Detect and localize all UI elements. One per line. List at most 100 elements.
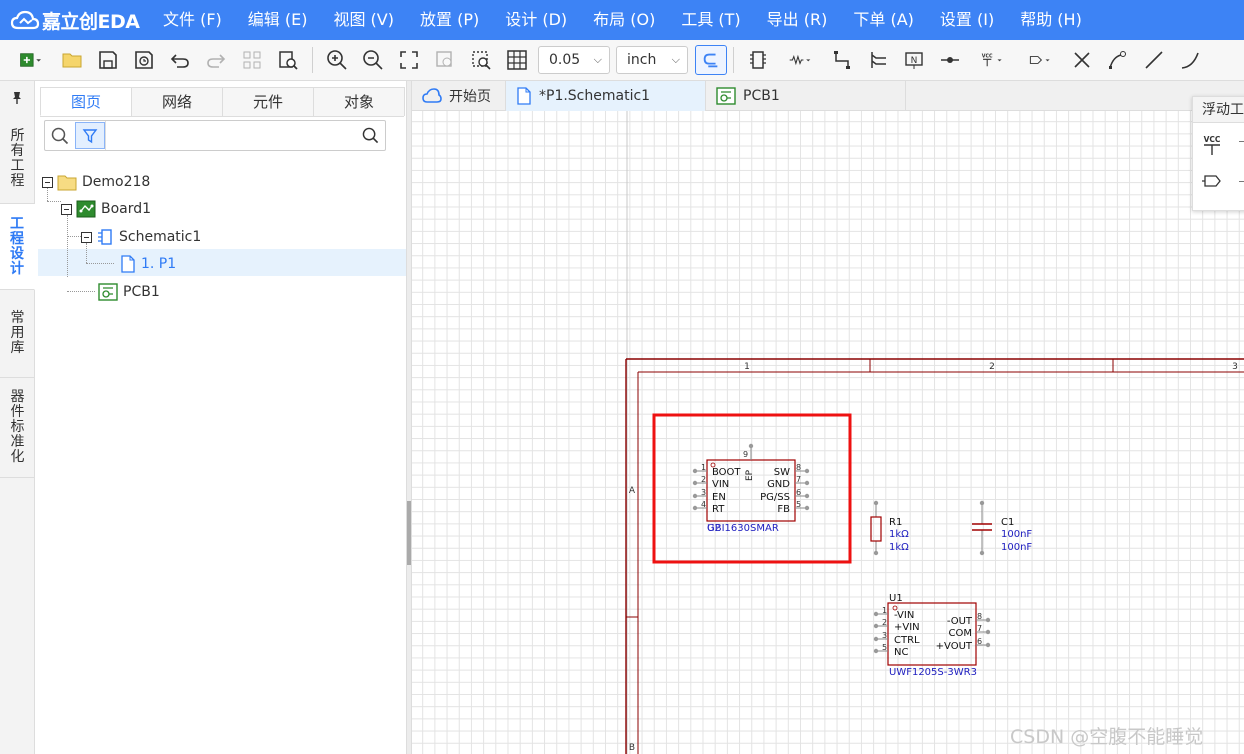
tab-pcb[interactable]: PCB1 bbox=[706, 81, 906, 111]
grid-icon bbox=[507, 50, 527, 70]
save-button[interactable] bbox=[90, 44, 126, 76]
tab-start-page[interactable]: 开始页 bbox=[412, 81, 506, 111]
pin-name: EN bbox=[712, 492, 726, 503]
component-c1[interactable]: C1 100nF 100nF bbox=[972, 500, 1032, 556]
place-junction-button[interactable] bbox=[932, 44, 968, 76]
collapse-toggle-icon[interactable] bbox=[81, 231, 92, 243]
zoom-area-button[interactable] bbox=[463, 44, 499, 76]
collapse-toggle-icon[interactable] bbox=[42, 176, 53, 188]
save-history-button[interactable] bbox=[126, 44, 162, 76]
tab-nets[interactable]: 网络 bbox=[131, 87, 223, 116]
menu-item[interactable]: 设计 (D) bbox=[492, 0, 580, 40]
side-tab-device-standardization[interactable]: 器件标准化 bbox=[0, 378, 35, 478]
undo-button[interactable] bbox=[162, 44, 198, 76]
save-icon bbox=[99, 51, 117, 69]
pin-name: PG/SS bbox=[760, 492, 790, 503]
redo-button[interactable] bbox=[198, 44, 234, 76]
side-tab-common-library[interactable]: 常用库 bbox=[0, 290, 35, 378]
schematic-canvas[interactable]: 1 2 3 A B 9 EP 1 2 3 4 8 7 6 5 BOOT VIN … bbox=[412, 111, 1244, 754]
unit-value: inch bbox=[627, 52, 657, 68]
tree-node-page[interactable]: 1. P1 bbox=[120, 250, 176, 278]
panel-search-input[interactable] bbox=[105, 121, 355, 150]
new-project-button[interactable] bbox=[6, 44, 54, 76]
toolbar-separator bbox=[733, 47, 734, 73]
search-submit-button[interactable] bbox=[355, 121, 385, 150]
search-mode-button[interactable] bbox=[45, 121, 75, 150]
zoom-out-button[interactable] bbox=[355, 44, 391, 76]
float-tool-fragment bbox=[1239, 181, 1244, 182]
side-tab-label: 常用库 bbox=[10, 310, 25, 356]
side-tab-label: 工程设计 bbox=[10, 215, 24, 277]
menu-item[interactable]: 布局 (O) bbox=[580, 0, 668, 40]
place-netlabel-button[interactable]: N bbox=[896, 44, 932, 76]
find-document-icon bbox=[279, 51, 298, 70]
page-document-icon bbox=[517, 87, 531, 105]
no-connect-button[interactable] bbox=[1064, 44, 1100, 76]
menu-item[interactable]: 视图 (V) bbox=[320, 0, 407, 40]
pin-number: 6 bbox=[977, 637, 982, 646]
menu-item[interactable]: 导出 (R) bbox=[754, 0, 841, 40]
watermark: CSDN @空腹不能睡觉 bbox=[1010, 726, 1204, 748]
tree-label-schematic: Schematic1 bbox=[119, 229, 202, 245]
tab-label: 开始页 bbox=[449, 89, 491, 105]
float-power-button[interactable]: VCC bbox=[1201, 135, 1223, 161]
fit-all-button[interactable] bbox=[391, 44, 427, 76]
u2-designator: U2 bbox=[707, 523, 721, 534]
filter-button[interactable] bbox=[75, 122, 105, 149]
draw-bezier-button[interactable] bbox=[1100, 44, 1136, 76]
zoom-selection-button[interactable] bbox=[427, 44, 463, 76]
grid-toggle-button[interactable] bbox=[499, 44, 535, 76]
tab-pages[interactable]: 图页 bbox=[40, 87, 132, 116]
side-tab-all-projects[interactable]: 所有工程 bbox=[0, 114, 35, 204]
floating-toolbar-title[interactable]: 浮动工具 bbox=[1193, 97, 1244, 123]
menu-item[interactable]: 工具 (T) bbox=[668, 0, 753, 40]
pin-name: COM bbox=[949, 628, 972, 639]
draw-line-button[interactable] bbox=[1136, 44, 1172, 76]
align-grid-button[interactable] bbox=[234, 44, 270, 76]
component-u1[interactable]: U1 1 2 3 5 8 7 6 -VIN +VIN CTRL NC -OUT … bbox=[873, 593, 991, 678]
tree-label-project: Demo218 bbox=[82, 174, 151, 190]
menu-item[interactable]: 编辑 (E) bbox=[235, 0, 321, 40]
float-port-button[interactable] bbox=[1201, 173, 1225, 193]
place-resistor-button[interactable] bbox=[776, 44, 824, 76]
menu-item[interactable]: 设置 (I) bbox=[927, 0, 1007, 40]
tree-node-board[interactable]: Board1 bbox=[61, 195, 151, 223]
menu-item[interactable]: 帮助 (H) bbox=[1007, 0, 1095, 40]
svg-text:VCC: VCC bbox=[1204, 135, 1221, 144]
tree-node-schematic[interactable]: Schematic1 bbox=[81, 223, 201, 251]
menu-item[interactable]: 下单 (A) bbox=[840, 0, 927, 40]
place-component-button[interactable] bbox=[740, 44, 776, 76]
tree-node-project[interactable]: Demo218 bbox=[42, 168, 150, 196]
tab-objects[interactable]: 对象 bbox=[313, 87, 405, 116]
pin-name: FB bbox=[777, 504, 790, 515]
splitter-handle[interactable] bbox=[407, 501, 411, 565]
open-button[interactable] bbox=[54, 44, 90, 76]
draw-arc-button[interactable] bbox=[1172, 44, 1208, 76]
folder-icon bbox=[62, 53, 82, 68]
tree-line bbox=[67, 236, 81, 237]
place-port-button[interactable] bbox=[1016, 44, 1064, 76]
menu-item[interactable]: 放置 (P) bbox=[407, 0, 492, 40]
collapse-toggle-icon[interactable] bbox=[61, 203, 72, 215]
vcc-power-icon: VCC bbox=[1204, 135, 1221, 155]
menu-item[interactable]: 文件 (F) bbox=[150, 0, 235, 40]
snap-toggle-button[interactable] bbox=[695, 45, 727, 75]
tree-node-pcb[interactable]: PCB1 bbox=[98, 278, 160, 306]
zoom-area-icon bbox=[472, 51, 491, 70]
place-power-button[interactable]: VCC bbox=[968, 44, 1016, 76]
find-button[interactable] bbox=[270, 44, 306, 76]
grid-squares-icon bbox=[243, 51, 261, 69]
grid-size-select[interactable]: 0.05 ⌵ bbox=[538, 46, 610, 74]
tab-components[interactable]: 元件 bbox=[222, 87, 314, 116]
place-bus-button[interactable] bbox=[860, 44, 896, 76]
pin-name: BOOT bbox=[712, 467, 741, 478]
component-u2[interactable]: 9 EP 1 2 3 4 8 7 6 5 BOOT VIN EN RT SW G… bbox=[692, 443, 810, 534]
tab-schematic-page[interactable]: *P1.Schematic1 bbox=[506, 81, 706, 111]
unit-select[interactable]: inch ⌵ bbox=[616, 46, 688, 74]
component-r1[interactable]: R1 1kΩ 1kΩ bbox=[870, 500, 909, 556]
side-tab-project-design[interactable]: 工程设计 bbox=[0, 204, 35, 290]
zoom-in-button[interactable] bbox=[319, 44, 355, 76]
pin-name: +VIN bbox=[894, 622, 920, 633]
place-wire-button[interactable] bbox=[824, 44, 860, 76]
pin-panel-button[interactable] bbox=[0, 81, 34, 114]
